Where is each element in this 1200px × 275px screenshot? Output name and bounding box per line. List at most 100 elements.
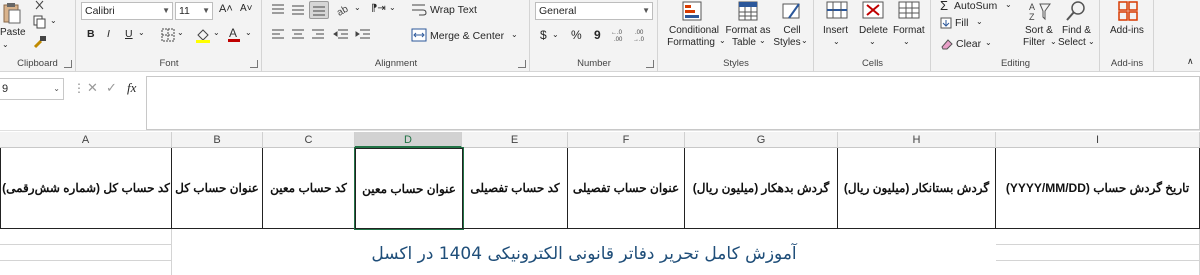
merge-center-button[interactable]: Merge & Center	[430, 30, 504, 42]
paste-dropdown-icon[interactable]: ⌄	[2, 39, 9, 51]
font-name-combo[interactable]: Calibri ▼	[81, 2, 173, 20]
column-header-a[interactable]: A	[0, 132, 172, 148]
currency-button[interactable]: $	[540, 28, 547, 42]
fill-button[interactable]: Fill	[955, 17, 968, 29]
decrease-decimal-icon[interactable]: .00→.0	[633, 27, 651, 43]
font-color-dropdown-icon[interactable]: ⌄	[245, 28, 252, 37]
insert-cells-icon[interactable]	[825, 0, 849, 20]
insert-button[interactable]: Insert	[823, 25, 848, 37]
autosum-icon[interactable]: Σ	[940, 0, 948, 13]
addins-icon[interactable]	[1117, 0, 1139, 22]
filter-button-line2[interactable]: Filter	[1023, 37, 1045, 49]
cut-icon[interactable]	[33, 0, 47, 10]
autosum-button[interactable]: AutoSum	[954, 0, 997, 12]
wrap-text-icon[interactable]	[411, 3, 427, 17]
header-cell-i[interactable]: تاریخ گردش حساب (YYYY/MM/DD)	[996, 148, 1200, 229]
format-as-table-icon[interactable]	[737, 0, 759, 22]
underline-dropdown-icon[interactable]: ⌄	[138, 28, 145, 37]
header-cell-d[interactable]: عنوان حساب معین	[354, 147, 464, 230]
merge-dropdown-icon[interactable]: ⌄	[511, 30, 518, 39]
borders-icon[interactable]	[161, 28, 175, 42]
align-center-icon[interactable]	[291, 29, 305, 41]
header-cell-a[interactable]: کد حساب کل (شماره شش‌رقمی)	[0, 148, 172, 229]
header-cell-g[interactable]: گردش بدهکار (میلیون ریال)	[685, 148, 838, 229]
fill-color-dropdown-icon[interactable]: ⌄	[213, 28, 220, 37]
fill-color-icon[interactable]	[195, 27, 211, 43]
formula-input[interactable]	[146, 76, 1200, 130]
column-header-e[interactable]: E	[462, 132, 568, 148]
copy-icon[interactable]	[33, 15, 47, 29]
increase-indent-icon[interactable]	[355, 29, 371, 41]
cell-styles-icon[interactable]	[781, 0, 803, 22]
wrap-text-button[interactable]: Wrap Text	[430, 4, 477, 16]
format-as-table-dropdown-icon[interactable]: ⌄	[759, 36, 766, 45]
fx-button[interactable]: fx	[127, 80, 136, 96]
borders-dropdown-icon[interactable]: ⌄	[177, 28, 184, 37]
alignment-launcher-icon[interactable]	[518, 60, 526, 68]
top-align-icon[interactable]	[271, 4, 285, 16]
middle-align-icon[interactable]	[291, 4, 305, 16]
header-cell-c[interactable]: کد حساب معین	[263, 148, 355, 229]
column-header-b[interactable]: B	[172, 132, 263, 148]
column-header-c[interactable]: C	[263, 132, 355, 148]
delete-cells-icon[interactable]	[861, 0, 885, 20]
addins-button[interactable]: Add-ins	[1110, 25, 1144, 37]
grid-cell[interactable]	[996, 245, 1200, 261]
underline-button[interactable]: U	[125, 28, 133, 40]
column-header-i[interactable]: I	[996, 132, 1200, 148]
font-color-icon[interactable]: A	[227, 26, 241, 44]
grow-font-button[interactable]: A˄	[219, 3, 233, 15]
find-dropdown-icon[interactable]: ⌄	[1088, 37, 1095, 46]
enter-icon[interactable]: ✓	[106, 80, 117, 96]
orientation-icon[interactable]: ab	[336, 3, 352, 17]
decrease-indent-icon[interactable]	[333, 29, 349, 41]
font-launcher-icon[interactable]	[250, 60, 258, 68]
orientation-dropdown-icon[interactable]: ⌄	[354, 3, 361, 12]
clear-button[interactable]: Clear	[956, 38, 981, 50]
format-as-table-button-line2[interactable]: Table	[729, 37, 759, 49]
delete-button[interactable]: Delete	[859, 25, 888, 37]
header-cell-e[interactable]: کد حساب تفصیلی	[463, 148, 568, 229]
conditional-formatting-icon[interactable]	[681, 0, 703, 22]
autosum-dropdown-icon[interactable]: ⌄	[1005, 0, 1012, 9]
grid-cell[interactable]	[996, 261, 1200, 275]
sort-filter-icon[interactable]: AZ	[1028, 0, 1052, 22]
cell-styles-button-line2[interactable]: Styles	[772, 37, 802, 49]
shrink-font-button[interactable]: A˅	[240, 3, 253, 14]
grid-cell[interactable]	[0, 245, 172, 261]
header-cell-f[interactable]: عنوان حساب تفصیلی	[568, 148, 685, 229]
align-left-icon[interactable]	[271, 29, 285, 41]
percent-button[interactable]: %	[571, 28, 582, 42]
column-header-d[interactable]: D	[355, 132, 462, 148]
format-dropdown-icon[interactable]: ⌄	[903, 37, 910, 46]
insert-dropdown-icon[interactable]: ⌄	[833, 37, 840, 46]
format-painter-icon[interactable]	[33, 35, 47, 49]
conditional-formatting-button[interactable]: Conditional	[667, 25, 721, 37]
find-select-button[interactable]: Find &	[1062, 25, 1091, 37]
direction-dropdown-icon[interactable]: ⌄	[389, 3, 396, 12]
clipboard-launcher-icon[interactable]	[64, 60, 72, 68]
fill-dropdown-icon[interactable]: ⌄	[976, 17, 983, 26]
grid-cell[interactable]	[0, 261, 172, 275]
number-format-combo[interactable]: General ▼	[535, 2, 653, 20]
collapse-ribbon-icon[interactable]: ∧	[1187, 56, 1194, 67]
paste-icon[interactable]	[2, 2, 22, 24]
more-options-icon[interactable]: ⋮	[73, 81, 85, 95]
fill-icon[interactable]	[940, 17, 952, 29]
cancel-icon[interactable]: ✕	[87, 80, 98, 96]
header-cell-b[interactable]: عنوان حساب کل	[172, 148, 263, 229]
conditional-formatting-button-line2[interactable]: Formatting	[664, 37, 718, 49]
rtl-direction-icon[interactable]: ⁋⇥	[371, 3, 386, 14]
sort-dropdown-icon[interactable]: ⌄	[1050, 37, 1057, 46]
grid-cell[interactable]	[0, 229, 172, 245]
name-box[interactable]: 9 ⌄	[0, 78, 64, 100]
cell-styles-dropdown-icon[interactable]: ⌄	[801, 36, 808, 45]
italic-button[interactable]: I	[107, 28, 110, 40]
column-header-f[interactable]: F	[568, 132, 685, 148]
format-button[interactable]: Format	[893, 25, 925, 37]
comma-button[interactable]: 9	[594, 28, 601, 42]
delete-dropdown-icon[interactable]: ⌄	[869, 37, 876, 46]
search-icon[interactable]	[1065, 0, 1087, 22]
conditional-formatting-dropdown-icon[interactable]: ⌄	[719, 36, 726, 45]
header-cell-h[interactable]: گردش بستانکار (میلیون ریال)	[838, 148, 996, 229]
